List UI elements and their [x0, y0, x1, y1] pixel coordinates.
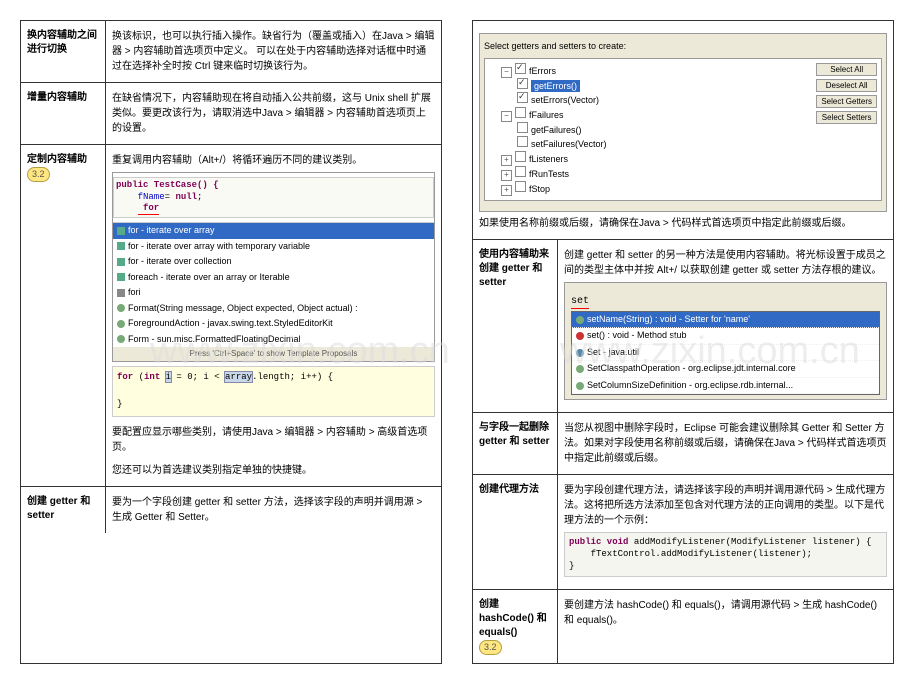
row1-body: 换该标识，也可以执行插入操作。缺省行为（覆盖或插入）在Java > 编辑器 > … [106, 21, 441, 82]
p2r3-title: 创建代理方法 [473, 475, 558, 589]
row3-body3: 您还可以为首选建议类别指定单独的快捷键。 [112, 463, 435, 478]
content-assist-popup[interactable]: setName(String) : void - Setter for 'nam… [571, 311, 880, 396]
tree[interactable]: −fErrors getErrors() setErrors(Vector) −… [489, 63, 810, 196]
delegate-code: public void addModifyListener(ModifyList… [564, 532, 887, 577]
p2r1-title: 使用内容辅助来创建 getter 和 setter [473, 240, 558, 413]
p2r1-body: 创建 getter 和 setter 的另一种方法是使用内容辅助。将光标设置于成… [564, 248, 887, 278]
row2-title: 增量内容辅助 [21, 83, 106, 144]
p2r4-title: 创建 hashCode() 和 equals()3.2 [473, 590, 558, 663]
row3-title: 定制内容辅助 3.2 [21, 145, 106, 486]
p2r4-body: 要创建方法 hashCode() 和 equals()，请调用源代码 > 生成 … [558, 590, 893, 663]
version-badge: 3.2 [479, 640, 502, 655]
select-setters-button[interactable]: Select Setters [816, 111, 877, 124]
deselect-all-button[interactable]: Deselect All [816, 79, 877, 92]
dialog-note: 如果使用名称前缀或后缀，请确保在Java > 代码样式首选项页中指定此前缀或后缀… [479, 216, 887, 231]
row2-body: 在缺省情况下，内容辅助现在将自动插入公共前缀，这与 Unix shell 扩展类… [106, 83, 441, 144]
dialog-caption: Select getters and setters to create: [484, 40, 882, 54]
p2r3-body: 要为字段创建代理方法，请选择该字段的声明并调用源代码 > 生成代理方法。这将把所… [564, 483, 887, 528]
template-footer: Press 'Ctrl+Space' to show Template Prop… [113, 347, 434, 361]
row4-title: 创建 getter 和 setter [21, 487, 106, 533]
for-preview: for (int i = 0; i < array.length; i++) {… [112, 366, 435, 417]
row4-body: 要为一个字段创建 getter 和 setter 方法，选择该字段的声明并调用源… [106, 487, 441, 533]
left-page: 换内容辅助之间进行切换 换该标识，也可以执行插入操作。缺省行为（覆盖或插入）在J… [20, 20, 442, 664]
p2r2-title: 与字段一起删除 getter 和 setter [473, 413, 558, 474]
row3-body: 重复调用内容辅助（Alt+/）将循环遍历不同的建议类别。 [112, 153, 435, 168]
template-list[interactable]: for - iterate over array for - iterate o… [113, 222, 434, 347]
select-all-button[interactable]: Select All [816, 63, 877, 76]
select-getters-button[interactable]: Select Getters [816, 95, 877, 108]
right-page: Select getters and setters to create: −f… [472, 20, 894, 664]
p2r2-body: 当您从视图中删除字段时，Eclipse 可能会建议删除其 Getter 和 Se… [558, 413, 893, 474]
version-badge: 3.2 [27, 167, 50, 182]
set-input[interactable]: set [571, 296, 589, 309]
row3-body2: 要配置应显示哪些类别，请使用Java > 编辑器 > 内容辅助 > 高级首选项页… [112, 425, 435, 455]
row1-title: 换内容辅助之间进行切换 [21, 21, 106, 82]
code-assist-panel: public TestCase() { fName= null; for for… [112, 172, 435, 362]
getter-setter-dialog: Select getters and setters to create: −f… [479, 33, 887, 212]
